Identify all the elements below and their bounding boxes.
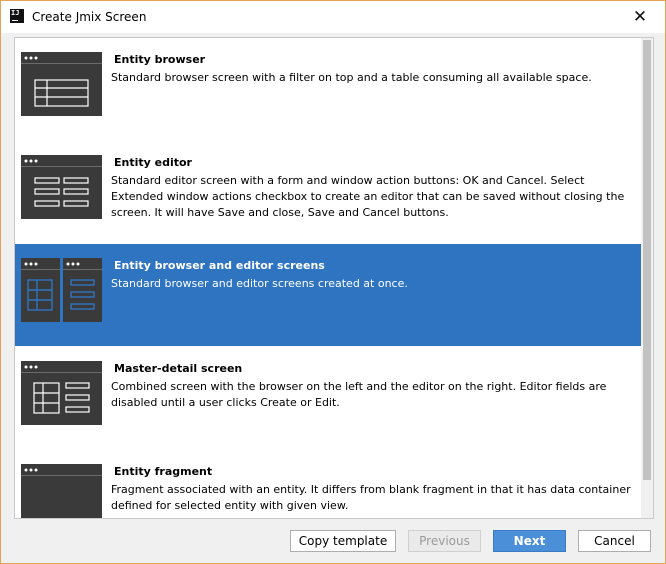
browser-template-icon <box>21 52 102 116</box>
item-description: Fragment associated with an entity. It d… <box>111 483 631 512</box>
list-item-entity-editor[interactable]: Entity editor Standard editor screen wit… <box>15 141 641 243</box>
window-title: Create Jmix Screen <box>32 10 147 24</box>
list-item-browser-and-editor[interactable]: Entity browser and editor screens Standa… <box>15 244 641 346</box>
browser-editor-template-icon <box>21 258 102 322</box>
close-icon[interactable]: ✕ <box>627 4 653 30</box>
next-button[interactable]: Next <box>493 530 566 552</box>
item-title: Entity fragment <box>114 465 213 478</box>
item-title: Entity browser and editor screens <box>114 259 325 272</box>
item-description: Standard browser screen with a filter on… <box>111 71 592 84</box>
app-icon-text: IJ <box>11 9 20 17</box>
list-item-master-detail[interactable]: Master-detail screen Combined screen wit… <box>15 347 641 449</box>
template-list[interactable]: Entity browser Standard browser screen w… <box>14 37 654 519</box>
item-description: Standard browser and editor screens crea… <box>111 277 408 290</box>
item-title: Master-detail screen <box>114 362 243 375</box>
list-item-entity-browser[interactable]: Entity browser Standard browser screen w… <box>15 38 641 140</box>
intellij-app-icon: IJ <box>10 9 24 23</box>
previous-button[interactable]: Previous <box>408 530 481 552</box>
list-item-entity-fragment[interactable]: Entity fragment Fragment associated with… <box>15 450 641 518</box>
copy-template-button[interactable]: Copy template <box>290 530 396 552</box>
item-title: Entity editor <box>114 156 192 169</box>
fragment-template-icon <box>21 464 102 518</box>
item-description: Standard editor screen with a form and w… <box>111 174 625 219</box>
vertical-scrollbar[interactable] <box>641 38 653 518</box>
title-bar: IJ Create Jmix Screen ✕ <box>1 1 665 33</box>
cancel-button[interactable]: Cancel <box>578 530 651 552</box>
dialog-window: IJ Create Jmix Screen ✕ Entity browser S… <box>0 0 666 564</box>
item-title: Entity browser <box>114 53 206 66</box>
master-detail-template-icon <box>21 361 102 425</box>
item-description: Combined screen with the browser on the … <box>111 380 607 409</box>
scrollbar-thumb[interactable] <box>643 40 651 480</box>
editor-template-icon <box>21 155 102 219</box>
